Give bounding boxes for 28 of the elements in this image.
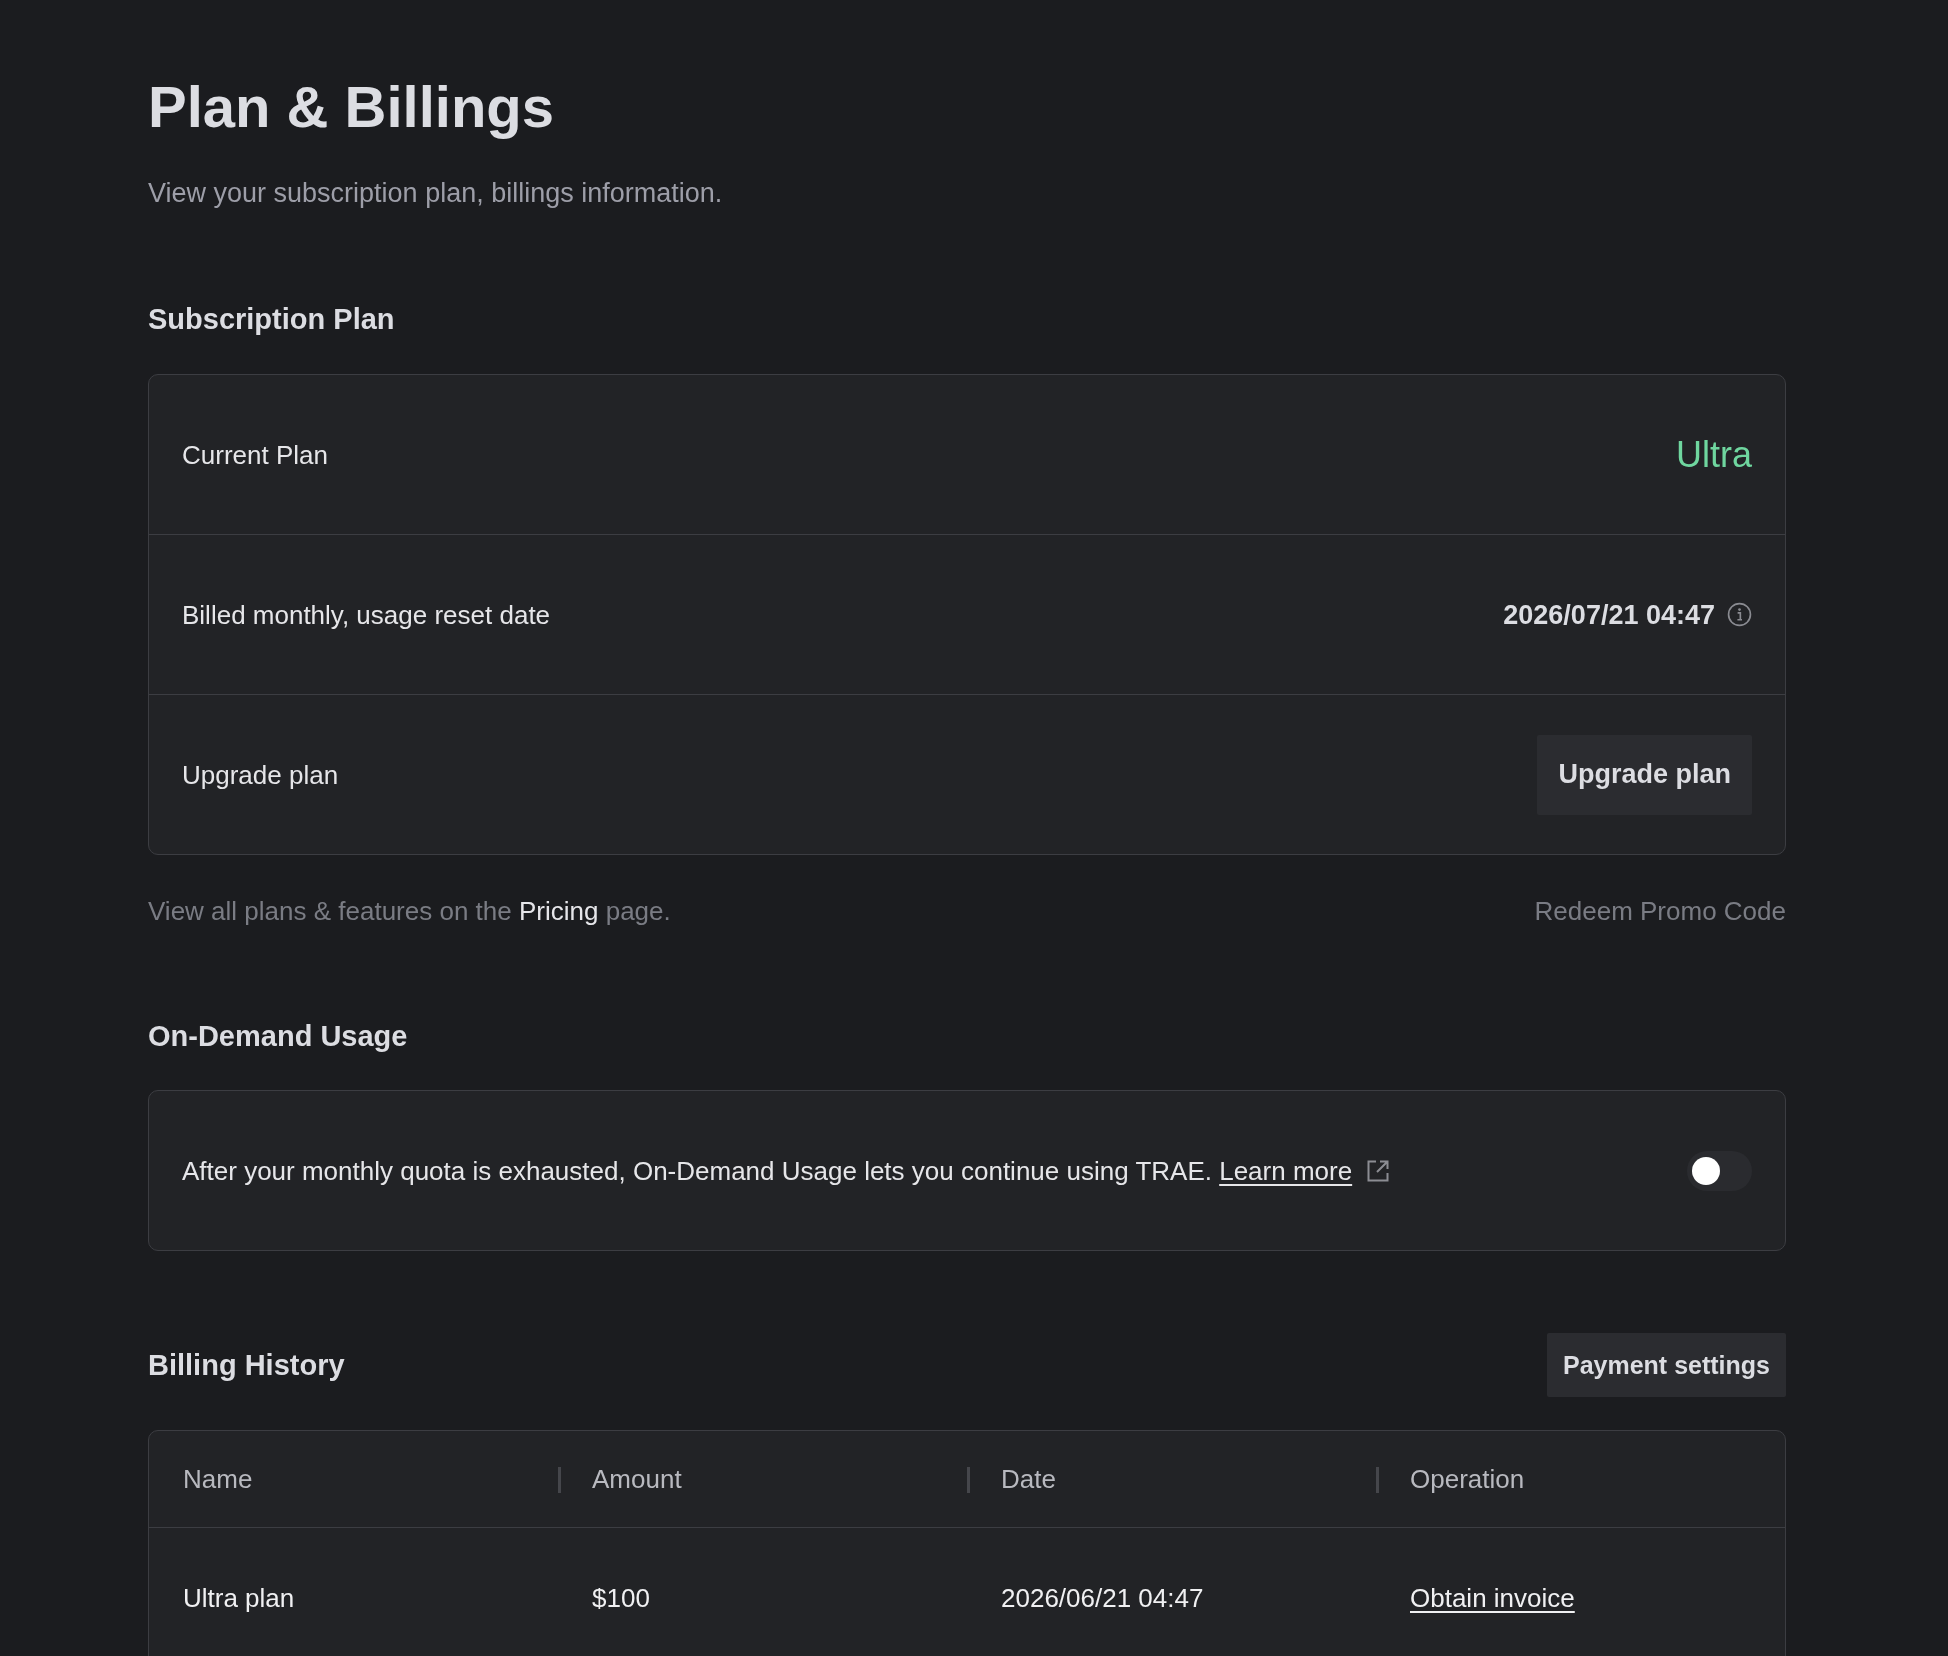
toggle-switch[interactable] — [1687, 1150, 1752, 1191]
table-cell: Ultra plan — [183, 1582, 295, 1614]
column-header: Date — [1001, 1463, 1056, 1495]
column-header: Operation — [1410, 1463, 1525, 1495]
table-cell: $100 — [592, 1582, 650, 1614]
invoice-link[interactable]: Obtain invoice — [1410, 1582, 1575, 1614]
page-subtitle: View your subscription plan, billings information. — [148, 177, 724, 210]
external-link-icon[interactable] — [1366, 1158, 1391, 1183]
section-heading: Billing History — [148, 1348, 345, 1383]
info-icon[interactable] — [1727, 602, 1752, 627]
row-label: Current Plan — [182, 438, 328, 471]
column-header: Name — [183, 1463, 253, 1495]
on-demand-description: After your monthly quota is exhausted, On-Demand Usage lets you continue using TRAE. Learn more — [182, 1154, 1353, 1187]
row-label: Billed monthly, usage reset date — [182, 598, 551, 631]
plan-name: Ultra — [1676, 433, 1752, 476]
row-label: Upgrade plan — [182, 758, 339, 791]
page-title: Plan & Billings — [148, 73, 556, 141]
payment-settings-button[interactable]: Payment settings — [1547, 1333, 1786, 1397]
pricing-note: View all plans & features on the Pricing page. — [148, 895, 671, 927]
pricing-link[interactable]: Pricing — [519, 896, 599, 926]
reset-date: 2026/07/21 04:47 — [1503, 598, 1715, 631]
section-heading: Subscription Plan — [148, 302, 396, 337]
upgrade-plan-button[interactable]: Upgrade plan — [1537, 734, 1752, 815]
section-heading: On-Demand Usage — [148, 1019, 409, 1054]
table-cell: 2026/06/21 04:47 — [1001, 1582, 1204, 1614]
redeem-promo-code-link[interactable]: Redeem Promo Code — [1534, 895, 1786, 927]
learn-more-link[interactable]: Learn more — [1219, 1155, 1353, 1186]
column-header: Amount — [592, 1463, 682, 1495]
